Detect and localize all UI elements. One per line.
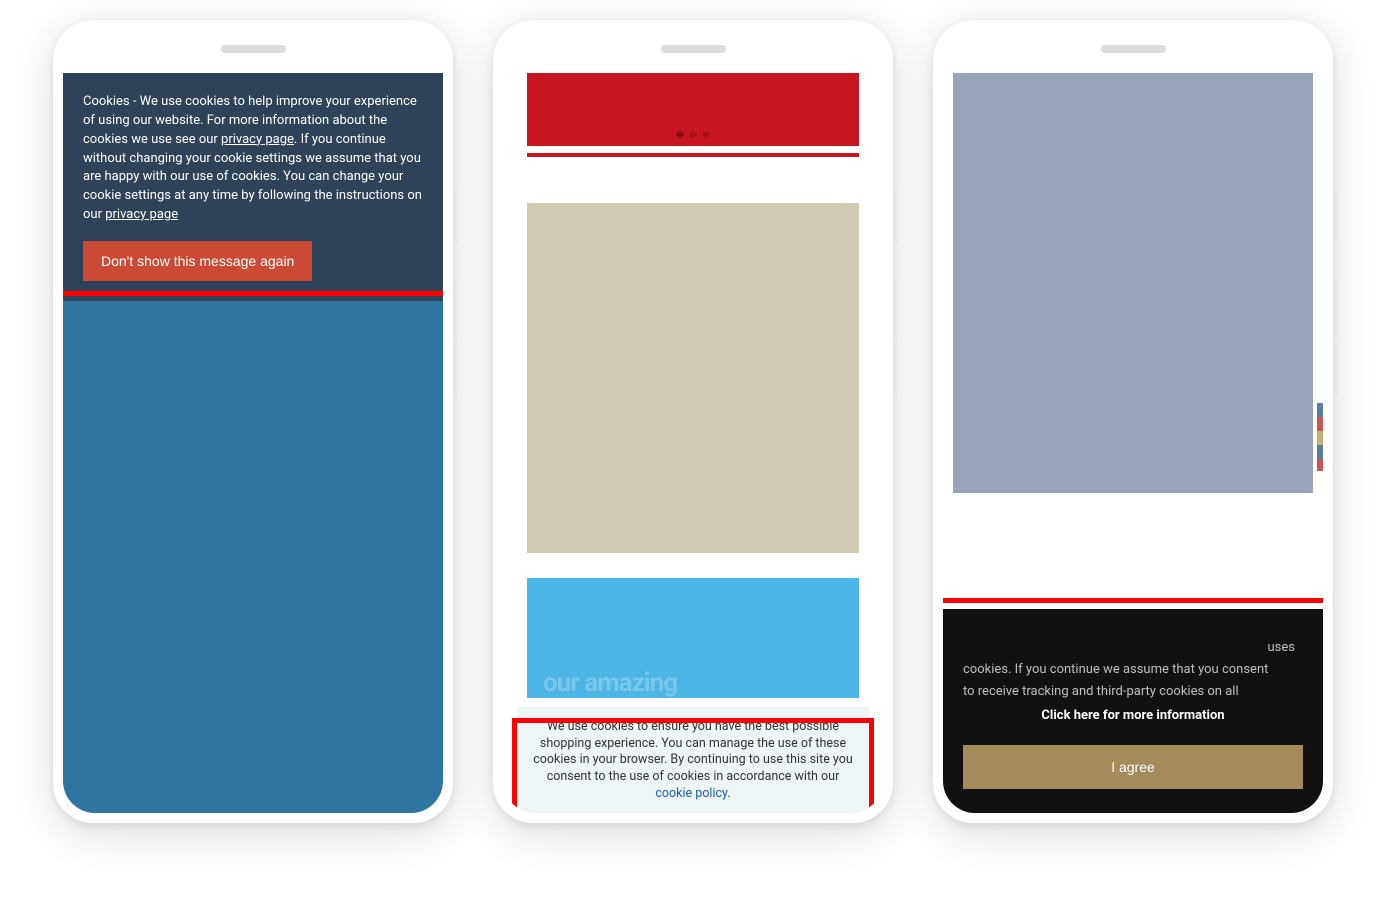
phone-mockup-1: Cookies - We use cookies to help improve… (53, 20, 453, 823)
phone-speaker (1101, 45, 1166, 53)
phone-side-button (1333, 280, 1337, 335)
carousel-dots[interactable] (677, 131, 710, 138)
decorative-strip (1317, 403, 1323, 471)
phone-mockup-3: uses cookies. If you continue we assume … (933, 20, 1333, 823)
dot-icon[interactable] (703, 131, 710, 138)
phone-screen: uses cookies. If you continue we assume … (943, 73, 1323, 813)
phone-side-button (453, 280, 457, 335)
content-block (953, 73, 1313, 493)
dot-icon[interactable] (690, 131, 697, 138)
phone-screen: Cookies - We use cookies to help improve… (63, 73, 443, 813)
content-block (527, 203, 859, 553)
page-content-placeholder (63, 301, 443, 813)
page-header (527, 73, 859, 153)
phone-speaker (661, 45, 726, 53)
phone-side-button (893, 280, 897, 335)
phone-speaker (221, 45, 286, 53)
phone-mockup-2: our amazing We use cookies to ensure you… (493, 20, 893, 823)
annotation-highlight (63, 73, 443, 296)
background-hero-text: our amazing (543, 668, 677, 698)
phone-side-button (893, 340, 897, 395)
phone-side-button (1333, 340, 1337, 395)
phone-side-button (453, 340, 457, 395)
phone-side-button (1333, 190, 1337, 245)
annotation-highlight (943, 598, 1323, 813)
phone-screen: our amazing We use cookies to ensure you… (503, 73, 883, 813)
annotation-highlight (512, 718, 874, 813)
dot-icon[interactable] (677, 131, 684, 138)
phone-side-button (893, 190, 897, 245)
phone-side-button (453, 190, 457, 245)
